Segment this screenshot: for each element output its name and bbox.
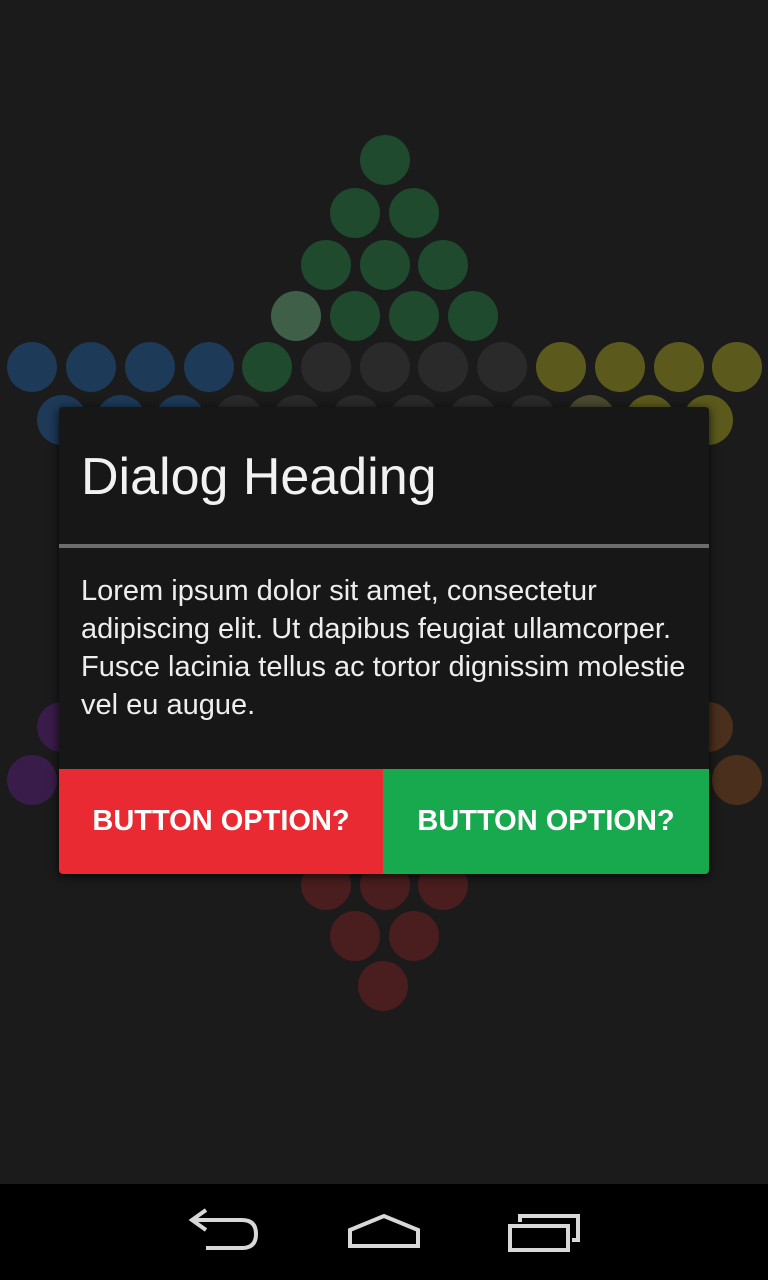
negative-button[interactable]: BUTTON OPTION? bbox=[59, 769, 383, 874]
board-peg bbox=[654, 342, 704, 392]
board-peg bbox=[418, 240, 468, 290]
board-peg bbox=[242, 342, 292, 392]
recent-apps-button[interactable] bbox=[486, 1184, 606, 1280]
board-peg bbox=[125, 342, 175, 392]
recent-apps-icon bbox=[508, 1214, 580, 1252]
board-peg bbox=[66, 342, 116, 392]
dialog: Dialog Heading Lorem ipsum dolor sit ame… bbox=[59, 407, 709, 874]
board-peg bbox=[360, 240, 410, 290]
board-peg bbox=[360, 342, 410, 392]
board-peg bbox=[271, 291, 321, 341]
board-peg bbox=[7, 755, 57, 805]
board-peg bbox=[712, 755, 762, 805]
dialog-title: Dialog Heading bbox=[81, 448, 437, 506]
board-peg bbox=[448, 291, 498, 341]
dialog-message: Lorem ipsum dolor sit amet, consectetur … bbox=[81, 575, 686, 721]
board-peg bbox=[536, 342, 586, 392]
navigation-bar bbox=[0, 1184, 768, 1280]
board-peg bbox=[330, 291, 380, 341]
board-peg bbox=[389, 911, 439, 961]
board-peg bbox=[358, 961, 408, 1011]
board-peg bbox=[712, 342, 762, 392]
positive-button[interactable]: BUTTON OPTION? bbox=[383, 769, 709, 874]
board-peg bbox=[301, 240, 351, 290]
back-button[interactable] bbox=[164, 1184, 284, 1280]
board-peg bbox=[330, 911, 380, 961]
board-peg bbox=[301, 342, 351, 392]
board-peg bbox=[360, 135, 410, 185]
screen: Dialog Heading Lorem ipsum dolor sit ame… bbox=[0, 0, 768, 1280]
board-peg bbox=[184, 342, 234, 392]
board-peg bbox=[418, 342, 468, 392]
board-peg bbox=[389, 291, 439, 341]
board-peg bbox=[7, 342, 57, 392]
back-arrow-icon bbox=[188, 1208, 259, 1250]
home-button[interactable] bbox=[324, 1184, 444, 1280]
board-peg bbox=[389, 188, 439, 238]
board-peg bbox=[477, 342, 527, 392]
board-peg bbox=[595, 342, 645, 392]
dialog-divider bbox=[59, 544, 709, 548]
home-icon bbox=[348, 1213, 420, 1248]
board-peg bbox=[330, 188, 380, 238]
